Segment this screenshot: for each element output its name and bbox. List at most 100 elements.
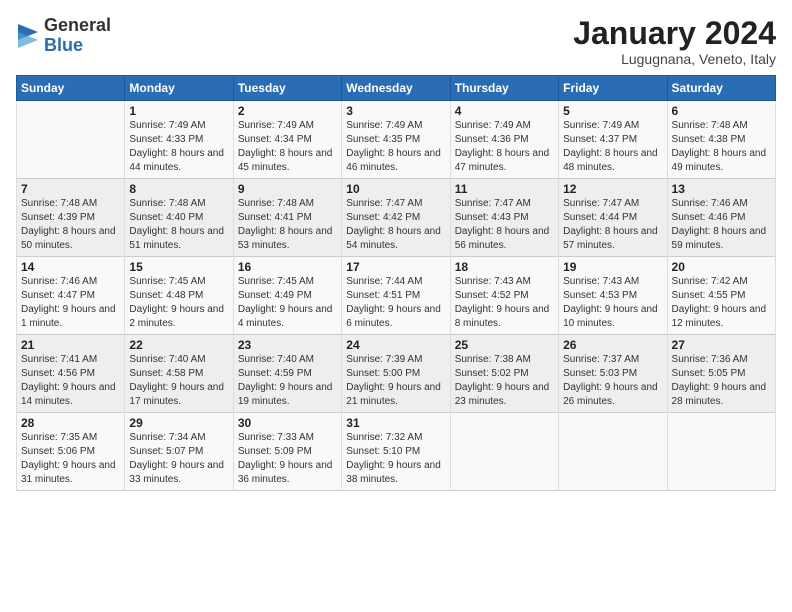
page-header: General Blue January 2024 Lugugnana, Ven… <box>16 16 776 67</box>
calendar-cell: 31Sunrise: 7:32 AM Sunset: 5:10 PM Dayli… <box>342 413 450 491</box>
calendar-cell: 8Sunrise: 7:48 AM Sunset: 4:40 PM Daylig… <box>125 179 233 257</box>
day-number: 29 <box>129 416 228 430</box>
calendar-cell: 24Sunrise: 7:39 AM Sunset: 5:00 PM Dayli… <box>342 335 450 413</box>
calendar-cell: 18Sunrise: 7:43 AM Sunset: 4:52 PM Dayli… <box>450 257 558 335</box>
calendar-cell: 30Sunrise: 7:33 AM Sunset: 5:09 PM Dayli… <box>233 413 341 491</box>
col-friday: Friday <box>559 76 667 101</box>
title-block: January 2024 Lugugnana, Veneto, Italy <box>573 16 776 67</box>
calendar-cell: 3Sunrise: 7:49 AM Sunset: 4:35 PM Daylig… <box>342 101 450 179</box>
calendar-cell: 6Sunrise: 7:48 AM Sunset: 4:38 PM Daylig… <box>667 101 775 179</box>
calendar-body: 1Sunrise: 7:49 AM Sunset: 4:33 PM Daylig… <box>17 101 776 491</box>
day-info: Sunrise: 7:43 AM Sunset: 4:53 PM Dayligh… <box>563 275 662 331</box>
calendar-cell: 15Sunrise: 7:45 AM Sunset: 4:48 PM Dayli… <box>125 257 233 335</box>
day-number: 1 <box>129 104 228 118</box>
page-container: General Blue January 2024 Lugugnana, Ven… <box>0 0 792 612</box>
calendar-cell: 25Sunrise: 7:38 AM Sunset: 5:02 PM Dayli… <box>450 335 558 413</box>
day-info: Sunrise: 7:36 AM Sunset: 5:05 PM Dayligh… <box>672 353 771 409</box>
day-info: Sunrise: 7:47 AM Sunset: 4:42 PM Dayligh… <box>346 197 445 253</box>
calendar-cell: 22Sunrise: 7:40 AM Sunset: 4:58 PM Dayli… <box>125 335 233 413</box>
day-number: 17 <box>346 260 445 274</box>
calendar-cell: 19Sunrise: 7:43 AM Sunset: 4:53 PM Dayli… <box>559 257 667 335</box>
calendar-cell <box>450 413 558 491</box>
month-title: January 2024 <box>573 16 776 51</box>
day-info: Sunrise: 7:37 AM Sunset: 5:03 PM Dayligh… <box>563 353 662 409</box>
day-number: 21 <box>21 338 120 352</box>
day-number: 18 <box>455 260 554 274</box>
calendar-table: Sunday Monday Tuesday Wednesday Thursday… <box>16 75 776 491</box>
logo-general: General <box>44 16 111 36</box>
calendar-cell: 10Sunrise: 7:47 AM Sunset: 4:42 PM Dayli… <box>342 179 450 257</box>
calendar-cell: 23Sunrise: 7:40 AM Sunset: 4:59 PM Dayli… <box>233 335 341 413</box>
day-info: Sunrise: 7:32 AM Sunset: 5:10 PM Dayligh… <box>346 431 445 487</box>
day-info: Sunrise: 7:39 AM Sunset: 5:00 PM Dayligh… <box>346 353 445 409</box>
calendar-cell: 14Sunrise: 7:46 AM Sunset: 4:47 PM Dayli… <box>17 257 125 335</box>
header-row: Sunday Monday Tuesday Wednesday Thursday… <box>17 76 776 101</box>
day-number: 11 <box>455 182 554 196</box>
col-saturday: Saturday <box>667 76 775 101</box>
calendar-cell: 27Sunrise: 7:36 AM Sunset: 5:05 PM Dayli… <box>667 335 775 413</box>
day-info: Sunrise: 7:48 AM Sunset: 4:38 PM Dayligh… <box>672 119 771 175</box>
calendar-cell: 11Sunrise: 7:47 AM Sunset: 4:43 PM Dayli… <box>450 179 558 257</box>
calendar-cell: 4Sunrise: 7:49 AM Sunset: 4:36 PM Daylig… <box>450 101 558 179</box>
day-info: Sunrise: 7:47 AM Sunset: 4:43 PM Dayligh… <box>455 197 554 253</box>
day-info: Sunrise: 7:44 AM Sunset: 4:51 PM Dayligh… <box>346 275 445 331</box>
calendar-week-0: 1Sunrise: 7:49 AM Sunset: 4:33 PM Daylig… <box>17 101 776 179</box>
calendar-cell: 17Sunrise: 7:44 AM Sunset: 4:51 PM Dayli… <box>342 257 450 335</box>
day-number: 24 <box>346 338 445 352</box>
day-info: Sunrise: 7:35 AM Sunset: 5:06 PM Dayligh… <box>21 431 120 487</box>
day-number: 28 <box>21 416 120 430</box>
col-wednesday: Wednesday <box>342 76 450 101</box>
calendar-week-2: 14Sunrise: 7:46 AM Sunset: 4:47 PM Dayli… <box>17 257 776 335</box>
day-number: 15 <box>129 260 228 274</box>
day-info: Sunrise: 7:49 AM Sunset: 4:35 PM Dayligh… <box>346 119 445 175</box>
calendar-cell: 12Sunrise: 7:47 AM Sunset: 4:44 PM Dayli… <box>559 179 667 257</box>
day-number: 25 <box>455 338 554 352</box>
day-info: Sunrise: 7:40 AM Sunset: 4:59 PM Dayligh… <box>238 353 337 409</box>
day-number: 16 <box>238 260 337 274</box>
calendar-week-3: 21Sunrise: 7:41 AM Sunset: 4:56 PM Dayli… <box>17 335 776 413</box>
calendar-cell: 9Sunrise: 7:48 AM Sunset: 4:41 PM Daylig… <box>233 179 341 257</box>
day-info: Sunrise: 7:40 AM Sunset: 4:58 PM Dayligh… <box>129 353 228 409</box>
day-info: Sunrise: 7:38 AM Sunset: 5:02 PM Dayligh… <box>455 353 554 409</box>
calendar-cell: 26Sunrise: 7:37 AM Sunset: 5:03 PM Dayli… <box>559 335 667 413</box>
day-number: 10 <box>346 182 445 196</box>
day-number: 2 <box>238 104 337 118</box>
day-info: Sunrise: 7:49 AM Sunset: 4:37 PM Dayligh… <box>563 119 662 175</box>
col-monday: Monday <box>125 76 233 101</box>
day-info: Sunrise: 7:42 AM Sunset: 4:55 PM Dayligh… <box>672 275 771 331</box>
day-info: Sunrise: 7:49 AM Sunset: 4:36 PM Dayligh… <box>455 119 554 175</box>
day-number: 7 <box>21 182 120 196</box>
logo-text: General Blue <box>44 16 111 56</box>
day-info: Sunrise: 7:48 AM Sunset: 4:41 PM Dayligh… <box>238 197 337 253</box>
calendar-cell: 28Sunrise: 7:35 AM Sunset: 5:06 PM Dayli… <box>17 413 125 491</box>
calendar-cell: 21Sunrise: 7:41 AM Sunset: 4:56 PM Dayli… <box>17 335 125 413</box>
day-info: Sunrise: 7:49 AM Sunset: 4:33 PM Dayligh… <box>129 119 228 175</box>
calendar-cell: 2Sunrise: 7:49 AM Sunset: 4:34 PM Daylig… <box>233 101 341 179</box>
day-info: Sunrise: 7:48 AM Sunset: 4:39 PM Dayligh… <box>21 197 120 253</box>
day-number: 8 <box>129 182 228 196</box>
calendar-cell: 1Sunrise: 7:49 AM Sunset: 4:33 PM Daylig… <box>125 101 233 179</box>
day-number: 6 <box>672 104 771 118</box>
day-info: Sunrise: 7:34 AM Sunset: 5:07 PM Dayligh… <box>129 431 228 487</box>
day-number: 9 <box>238 182 337 196</box>
day-number: 23 <box>238 338 337 352</box>
day-number: 12 <box>563 182 662 196</box>
day-info: Sunrise: 7:33 AM Sunset: 5:09 PM Dayligh… <box>238 431 337 487</box>
day-info: Sunrise: 7:45 AM Sunset: 4:49 PM Dayligh… <box>238 275 337 331</box>
calendar-cell <box>559 413 667 491</box>
col-thursday: Thursday <box>450 76 558 101</box>
calendar-week-1: 7Sunrise: 7:48 AM Sunset: 4:39 PM Daylig… <box>17 179 776 257</box>
day-number: 20 <box>672 260 771 274</box>
day-info: Sunrise: 7:49 AM Sunset: 4:34 PM Dayligh… <box>238 119 337 175</box>
col-sunday: Sunday <box>17 76 125 101</box>
day-info: Sunrise: 7:46 AM Sunset: 4:46 PM Dayligh… <box>672 197 771 253</box>
day-number: 13 <box>672 182 771 196</box>
day-number: 19 <box>563 260 662 274</box>
day-number: 4 <box>455 104 554 118</box>
day-number: 31 <box>346 416 445 430</box>
day-info: Sunrise: 7:48 AM Sunset: 4:40 PM Dayligh… <box>129 197 228 253</box>
day-number: 27 <box>672 338 771 352</box>
location: Lugugnana, Veneto, Italy <box>573 51 776 67</box>
day-number: 30 <box>238 416 337 430</box>
day-info: Sunrise: 7:45 AM Sunset: 4:48 PM Dayligh… <box>129 275 228 331</box>
